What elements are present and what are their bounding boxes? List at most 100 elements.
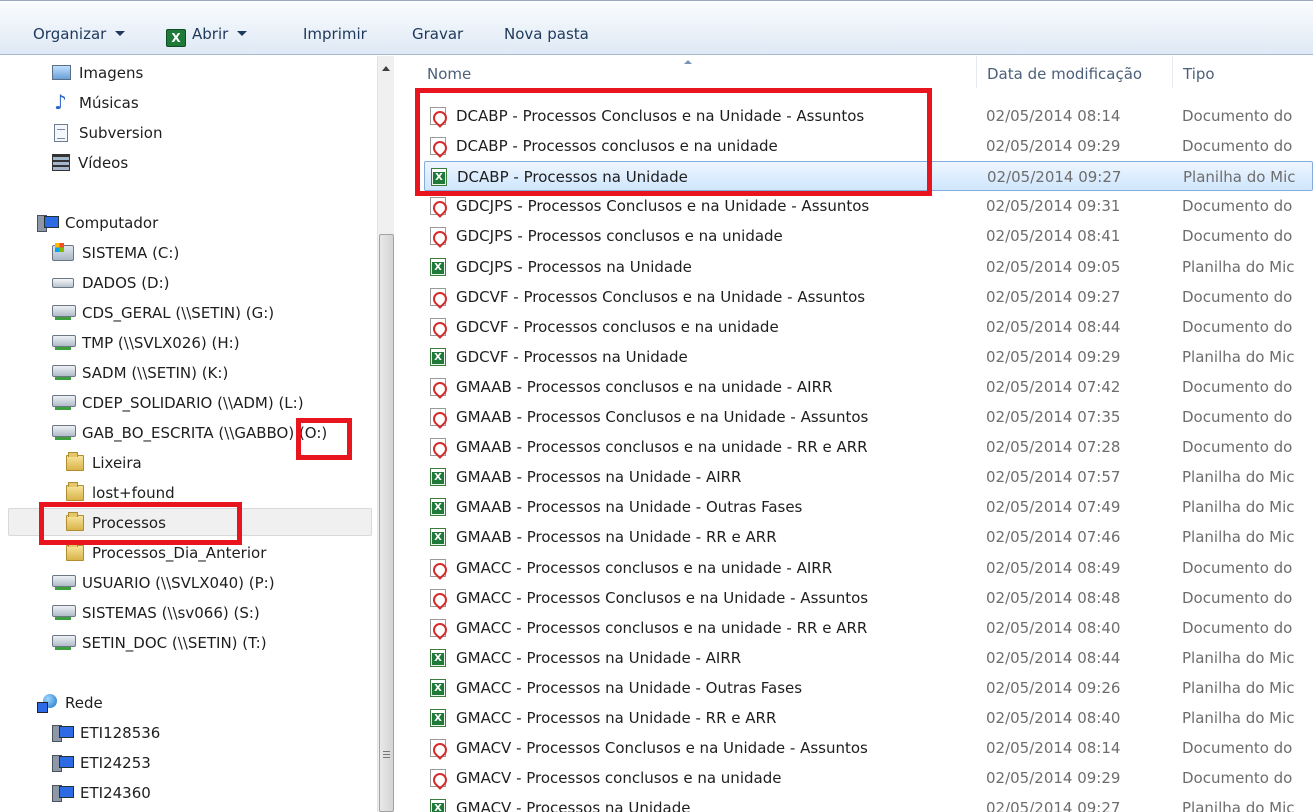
nav-item-drive-l[interactable]: CDEP_SOLIDARIO (\\ADM) (L:) [52,390,304,414]
file-name: GMAAB - Processos conclusos e na unidade… [456,378,833,396]
file-name: GDCVF - Processos na Unidade [456,348,688,366]
file-row[interactable]: GMACV - Processos Conclusos e na Unidade… [424,733,1313,763]
column-date[interactable]: Data de modificação [987,56,1142,88]
burn-button[interactable]: Gravar [412,23,463,45]
open-button[interactable]: X Abrir [166,23,248,47]
file-row[interactable]: GDCJPS - Processos na Unidade 02/05/2014 … [424,252,1313,282]
file-type: Documento do [1182,107,1293,125]
nav-label: Vídeos [78,153,129,172]
file-row[interactable]: GMACV - Processos na Unidade 02/05/2014 0… [424,793,1313,812]
new-folder-button[interactable]: Nova pasta [504,23,589,45]
file-row[interactable]: GMAAB - Processos na Unidade - Outras Fa… [424,492,1313,522]
file-date: 02/05/2014 08:40 [986,709,1121,727]
nav-item-drive-h[interactable]: TMP (\\SVLX026) (H:) [52,330,240,354]
grip-icon [383,751,390,752]
file-type: Documento do [1182,318,1293,336]
print-button[interactable]: Imprimir [303,23,367,45]
folder-icon [66,481,84,501]
file-date: 02/05/2014 08:49 [986,559,1121,577]
nav-label: Computador [65,213,159,232]
file-type: Documento do [1182,619,1293,637]
nav-item-imagens[interactable]: Imagens [52,60,143,84]
file-date: 02/05/2014 09:26 [986,679,1121,697]
nav-item-drive-c[interactable]: SISTEMA (C:) [52,240,179,264]
column-name[interactable]: Nome [427,56,471,88]
file-type: Documento do [1182,408,1293,426]
nav-item-rede[interactable]: Rede [37,690,103,714]
sort-ascending-icon [684,60,692,64]
file-name: GDCVF - Processos conclusos e na unidade [456,318,779,336]
excel-file-icon [430,468,446,486]
nav-item-computador[interactable]: Computador [37,210,158,234]
nav-item-host[interactable]: ETI128536 [52,720,160,744]
file-name: GMAAB - Processos Conclusos e na Unidade… [456,408,869,426]
nav-label: Imagens [79,63,144,82]
scrollbar-thumb[interactable] [379,234,394,812]
nav-label: SISTEMA (C:) [82,243,180,262]
file-row[interactable]: GMACC - Processos conclusos e na unidade… [424,553,1313,583]
nav-item-videos[interactable]: Vídeos [52,150,128,174]
network-drive-icon [52,604,76,621]
nav-item-host[interactable]: ETI24360 [52,780,151,804]
file-row[interactable]: GDCVF - Processos Conclusos e na Unidade… [424,282,1313,312]
nav-item-host[interactable]: ETI24253 [52,750,151,774]
video-library-icon [52,154,70,171]
file-date: 02/05/2014 09:29 [986,137,1121,155]
highlight-box-dcabp-files [415,88,932,196]
nav-item-lixeira[interactable]: Lixeira [66,450,142,474]
network-globe-icon [37,693,57,713]
column-divider[interactable] [976,56,977,88]
file-type: Planilha do Mic [1182,528,1295,546]
nav-item-drive-g[interactable]: CDS_GERAL (\\SETIN) (G:) [52,300,274,324]
file-type: Planilha do Mic [1182,799,1295,812]
file-type: Documento do [1182,589,1293,607]
nav-label: CDEP_SOLIDARIO (\\ADM) (L:) [82,393,304,412]
nav-item-drive-o[interactable]: GAB_BO_ESCRITA (\\GABBO) (O:) [52,420,327,444]
excel-file-icon [430,528,446,546]
organize-button[interactable]: Organizar [33,23,126,45]
nav-item-drive-d[interactable]: DADOS (D:) [52,270,170,294]
nav-item-lost-found[interactable]: lost+found [66,480,175,504]
file-row[interactable]: GMACC - Processos na Unidade - AIRR 02/05… [424,643,1313,673]
file-date: 02/05/2014 07:35 [986,408,1121,426]
nav-item-drive-k[interactable]: SADM (\\SETIN) (K:) [52,360,228,384]
pdf-file-icon [430,619,446,637]
column-type[interactable]: Tipo [1183,56,1215,88]
file-date: 02/05/2014 07:46 [986,528,1121,546]
pdf-file-icon [430,378,446,396]
file-date: 02/05/2014 09:05 [986,258,1121,276]
nav-item-drive-p[interactable]: USUARIO (\\SVLX040) (P:) [52,570,275,594]
column-divider[interactable] [1172,56,1173,88]
file-row[interactable]: GMACC - Processos conclusos e na unidade… [424,613,1313,643]
nav-label: ETI128536 [80,723,161,742]
file-row[interactable]: GMAAB - Processos na Unidade - AIRR 02/05… [424,462,1313,492]
file-row[interactable]: GMAAB - Processos Conclusos e na Unidade… [424,402,1313,432]
nav-item-subversion[interactable]: Subversion [52,120,163,144]
file-row[interactable]: GMACC - Processos Conclusos e na Unidade… [424,583,1313,613]
file-row[interactable]: GMAAB - Processos na Unidade - RR e ARR 0… [424,522,1313,552]
pdf-file-icon [430,438,446,456]
file-name: GMACC - Processos na Unidade - AIRR [456,649,742,667]
nav-item-musicas[interactable]: Músicas [52,90,139,114]
file-row[interactable]: GDCJPS - Processos conclusos e na unidad… [424,221,1313,251]
scroll-up-arrow-icon[interactable] [382,66,390,71]
file-type: Planilha do Mic [1182,498,1295,516]
file-row[interactable]: GDCVF - Processos na Unidade 02/05/2014 0… [424,342,1313,372]
nav-scrollbar[interactable] [377,56,394,812]
nav-item-drive-s[interactable]: SISTEMAS (\\sv066) (S:) [52,600,260,624]
computer-icon [52,725,74,742]
file-row[interactable]: GMAAB - Processos conclusos e na unidade… [424,432,1313,462]
pdf-file-icon [430,227,446,245]
nav-item-drive-t[interactable]: SETIN_DOC (\\SETIN) (T:) [52,630,267,654]
chevron-down-icon [115,31,126,36]
network-drive-icon [52,574,76,591]
file-row[interactable]: GMACC - Processos na Unidade - RR e ARR 0… [424,703,1313,733]
folder-icon [66,451,84,471]
file-date: 02/05/2014 09:31 [986,197,1121,215]
file-row[interactable]: GMACV - Processos conclusos e na unidade… [424,763,1313,793]
file-row[interactable]: GDCVF - Processos conclusos e na unidade… [424,312,1313,342]
file-row[interactable]: GMACC - Processos na Unidade - Outras Fa… [424,673,1313,703]
file-date: 02/05/2014 07:28 [986,438,1121,456]
file-row[interactable]: GMAAB - Processos conclusos e na unidade… [424,372,1313,402]
file-type: Documento do [1182,378,1293,396]
